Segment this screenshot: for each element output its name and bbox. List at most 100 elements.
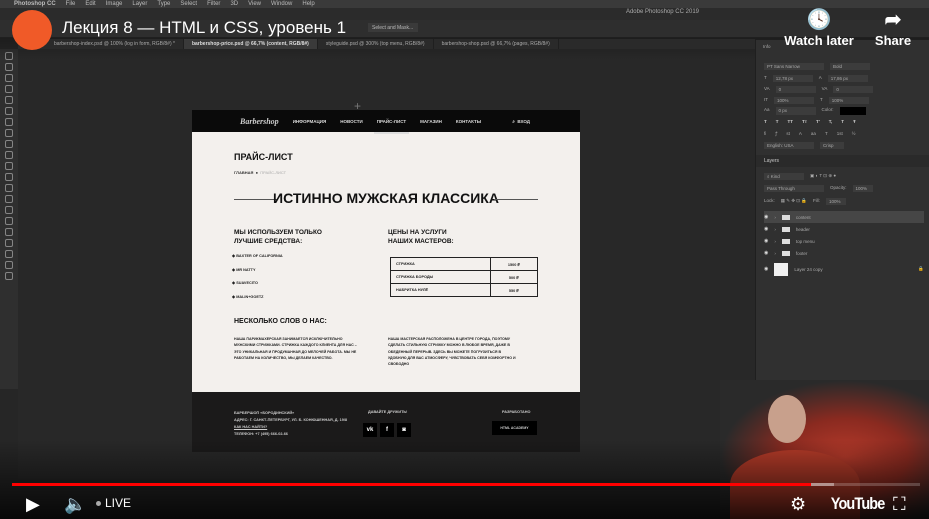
- lock-icons[interactable]: ▦ ✎ ✥ ⊡ 🔒: [781, 198, 807, 205]
- type-style-buttons[interactable]: T T TT Tт T' T, T Ŧ: [764, 119, 856, 124]
- blur-tool-icon[interactable]: [5, 195, 13, 203]
- layer-row[interactable]: ◉ › top menu: [764, 235, 924, 247]
- layer-row[interactable]: ◉ Layer 24 copy 🔒: [764, 262, 924, 276]
- fullscreen-icon[interactable]: ⛶: [893, 492, 906, 516]
- footer-address: АДРЕС: Г. САНКТ-ПЕТЕРБУРГ, УЛ. Б. КОНЮШЕ…: [234, 418, 348, 422]
- watch-later-button[interactable]: 🕓 Watch later: [784, 7, 854, 48]
- layer-row[interactable]: ◉ › header: [764, 223, 924, 235]
- opentype-buttons[interactable]: fi ꝭ st Aaa T 1st ½: [764, 131, 855, 137]
- doc-tab[interactable]: styleguide.psd @ 300% (top menu, RGB/8#): [318, 39, 434, 49]
- type-tool-icon[interactable]: [5, 228, 13, 236]
- menu-item[interactable]: 3D: [230, 0, 238, 8]
- baseline-field[interactable]: 0 px: [775, 107, 816, 115]
- opacity-field[interactable]: 100%: [852, 185, 873, 192]
- menu-item[interactable]: Window: [271, 0, 292, 8]
- about-text-right: НАША МАСТЕРСКАЯ РАСПОЛОЖЕНА В ЦЕНТРЕ ГОР…: [388, 337, 516, 367]
- lasso-tool-icon[interactable]: [5, 74, 13, 82]
- menu-item[interactable]: Filter: [207, 0, 220, 8]
- layer-name: content: [795, 214, 811, 220]
- menu-item[interactable]: Select: [180, 0, 197, 8]
- channel-avatar[interactable]: [12, 10, 52, 50]
- chevron-right-icon[interactable]: ›: [774, 215, 776, 220]
- vscale-field[interactable]: 100%: [774, 97, 814, 104]
- nav-item: НОВОСТИ: [340, 118, 363, 124]
- eye-icon[interactable]: ◉: [764, 250, 768, 256]
- live-badge[interactable]: LIVE: [96, 496, 131, 510]
- document-canvas[interactable]: Barbershop ИНФОРМАЦИЯ НОВОСТИ ПРАЙС-ЛИСТ…: [192, 110, 580, 452]
- eye-icon[interactable]: ◉: [764, 238, 768, 244]
- menu-item[interactable]: Type: [157, 0, 170, 8]
- layer-row[interactable]: ◉ › content: [764, 211, 924, 223]
- headline: ИСТИННО МУЖСКАЯ КЛАССИКА: [273, 190, 499, 206]
- gradient-tool-icon[interactable]: [5, 184, 13, 192]
- prices-title-line: НАШИХ МАСТЕРОВ:: [388, 238, 454, 245]
- frame-tool-icon[interactable]: [5, 107, 13, 115]
- settings-gear-icon[interactable]: ⚙: [790, 492, 806, 516]
- eye-icon[interactable]: ◉: [764, 226, 768, 232]
- blend-mode-select[interactable]: Pass Through: [764, 185, 824, 192]
- menu-item[interactable]: Layer: [132, 0, 147, 8]
- kerning-field[interactable]: 0: [775, 86, 816, 93]
- price-cell: 550 ₽: [489, 283, 539, 297]
- shape-tool-icon[interactable]: [5, 250, 13, 258]
- eye-icon[interactable]: ◉: [764, 214, 768, 220]
- path-select-icon[interactable]: [5, 239, 13, 247]
- nav-item: ИНФОРМАЦИЯ: [292, 118, 327, 124]
- youtube-logo[interactable]: YouTube: [831, 494, 886, 514]
- healing-tool-icon[interactable]: [5, 129, 13, 137]
- stamp-tool-icon[interactable]: [5, 151, 13, 159]
- menu-item[interactable]: File: [66, 0, 76, 8]
- filter-icons[interactable]: ▣ ◐ T ⊡ ⊕ ●: [810, 173, 836, 180]
- eyedropper-tool-icon[interactable]: [5, 118, 13, 126]
- marquee-tool-icon[interactable]: [5, 63, 13, 71]
- site-nav: Barbershop ИНФОРМАЦИЯ НОВОСТИ ПРАЙС-ЛИСТ…: [192, 110, 580, 134]
- menu-item[interactable]: Image: [106, 0, 123, 8]
- hand-tool-icon[interactable]: [5, 261, 13, 269]
- chevron-right-icon[interactable]: ›: [774, 251, 776, 256]
- video-title[interactable]: Лекция 8 — HTML и CSS, уровень 1: [62, 18, 346, 38]
- share-button[interactable]: ➦ Share: [858, 7, 928, 48]
- chevron-right-icon[interactable]: ›: [774, 239, 776, 244]
- menu-item[interactable]: Edit: [85, 0, 95, 8]
- layer-filter-select[interactable]: ⌕ Kind: [764, 173, 804, 180]
- fill-field[interactable]: 100%: [825, 198, 846, 205]
- font-size-field[interactable]: 12,78 px: [772, 75, 813, 82]
- volume-icon[interactable]: 🔈: [64, 492, 86, 516]
- list-item: BAXTER OF CALIFORNIA: [232, 253, 282, 258]
- antialias-select[interactable]: Crisp: [820, 142, 844, 149]
- table-row: СТРИЖКА 1500 ₽: [390, 257, 539, 271]
- eye-icon[interactable]: ◉: [764, 266, 768, 272]
- crop-tool-icon[interactable]: [5, 96, 13, 104]
- info-tab[interactable]: Info: [763, 44, 771, 49]
- price-table: СТРИЖКА 1500 ₽ СТРИЖКА БОРОДЫ 500 ₽ НАБРИТ…: [390, 257, 539, 297]
- menu-item[interactable]: View: [248, 0, 261, 8]
- font-family-select[interactable]: PT Sans Narrow: [764, 63, 824, 70]
- hscale-field[interactable]: 100%: [828, 97, 869, 104]
- service-cell: СТРИЖКА: [390, 257, 491, 271]
- font-size-icon: T: [764, 75, 767, 80]
- zoom-tool-icon[interactable]: [5, 272, 13, 280]
- pen-tool-icon[interactable]: [5, 217, 13, 225]
- filter-label: Kind: [770, 174, 780, 179]
- tracking-field[interactable]: 0: [833, 86, 874, 93]
- brush-tool-icon[interactable]: [5, 140, 13, 148]
- chevron-right-icon[interactable]: ›: [774, 227, 776, 232]
- history-brush-icon[interactable]: [5, 162, 13, 170]
- language-select[interactable]: English: USA: [764, 142, 814, 149]
- leading-field[interactable]: 17,86 px: [827, 75, 868, 82]
- menu-item[interactable]: Help: [302, 0, 314, 8]
- select-tool-icon[interactable]: [5, 85, 13, 93]
- layer-row[interactable]: ◉ › footer: [764, 247, 924, 259]
- doc-tab[interactable]: barbershop-shop.psd @ 66,7% (pages, RGB/…: [434, 39, 559, 49]
- eraser-tool-icon[interactable]: [5, 173, 13, 181]
- dodge-tool-icon[interactable]: [5, 206, 13, 214]
- layers-tab[interactable]: Layers: [756, 155, 929, 167]
- color-swatch[interactable]: [839, 107, 866, 115]
- play-icon[interactable]: ▶: [26, 492, 40, 516]
- menu-item[interactable]: Photoshop CC: [14, 0, 56, 8]
- footer-phone: ТЕЛЕФОН: +7 (495) 666-02-66: [234, 432, 288, 436]
- breadcrumb: ГЛАВНАЯ ● ПРАЙС-ЛИСТ: [234, 170, 287, 175]
- font-style-select[interactable]: Bold: [830, 63, 870, 70]
- doc-tab-active[interactable]: barbershop-price.psd @ 66,7% (content, R…: [183, 39, 318, 49]
- select-and-mask-button[interactable]: Select and Mask...: [368, 23, 418, 32]
